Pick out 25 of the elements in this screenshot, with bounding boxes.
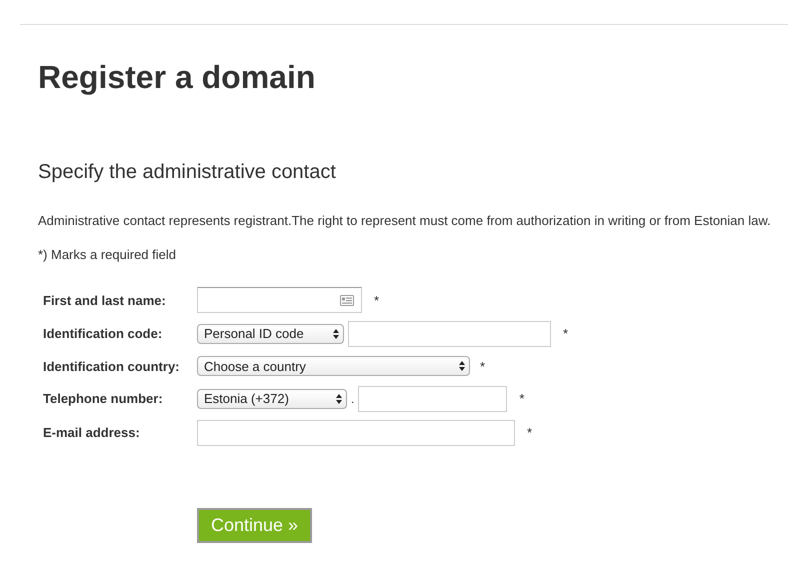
required-mark: * — [374, 292, 380, 308]
page-title: Register a domain — [38, 59, 316, 95]
up-down-arrows-icon — [333, 328, 339, 338]
required-mark: * — [480, 358, 486, 374]
input-field[interactable] — [197, 420, 515, 446]
field-label: Identification country: — [43, 358, 180, 374]
required-mark: * — [519, 391, 524, 406]
input-field[interactable] — [348, 320, 551, 346]
required-mark: * — [527, 425, 532, 440]
dropdown[interactable]: Personal ID code — [197, 324, 344, 344]
section-heading: Specify the administrative contact — [38, 160, 337, 185]
dropdown[interactable]: Estonia (+372) — [197, 388, 347, 408]
up-down-arrows-icon — [336, 394, 342, 404]
input-field[interactable] — [358, 386, 508, 412]
required-mark: * — [563, 326, 568, 341]
field-label: Telephone number: — [43, 391, 164, 406]
up-down-arrows-icon — [459, 361, 465, 371]
description-text: Administrative contact represents registrant.The right to represent must come from authorization in writing or from Estonian law. — [38, 213, 772, 229]
required-note: *) Marks a required field — [38, 247, 177, 263]
dropdown[interactable]: Choose a country — [197, 356, 470, 376]
field-label: Identification code: — [43, 326, 164, 341]
field-label: First and last name: — [43, 292, 167, 308]
input-field[interactable] — [197, 287, 362, 313]
separator-dot: . — [351, 392, 354, 406]
field-label: E-mail address: — [43, 425, 141, 440]
